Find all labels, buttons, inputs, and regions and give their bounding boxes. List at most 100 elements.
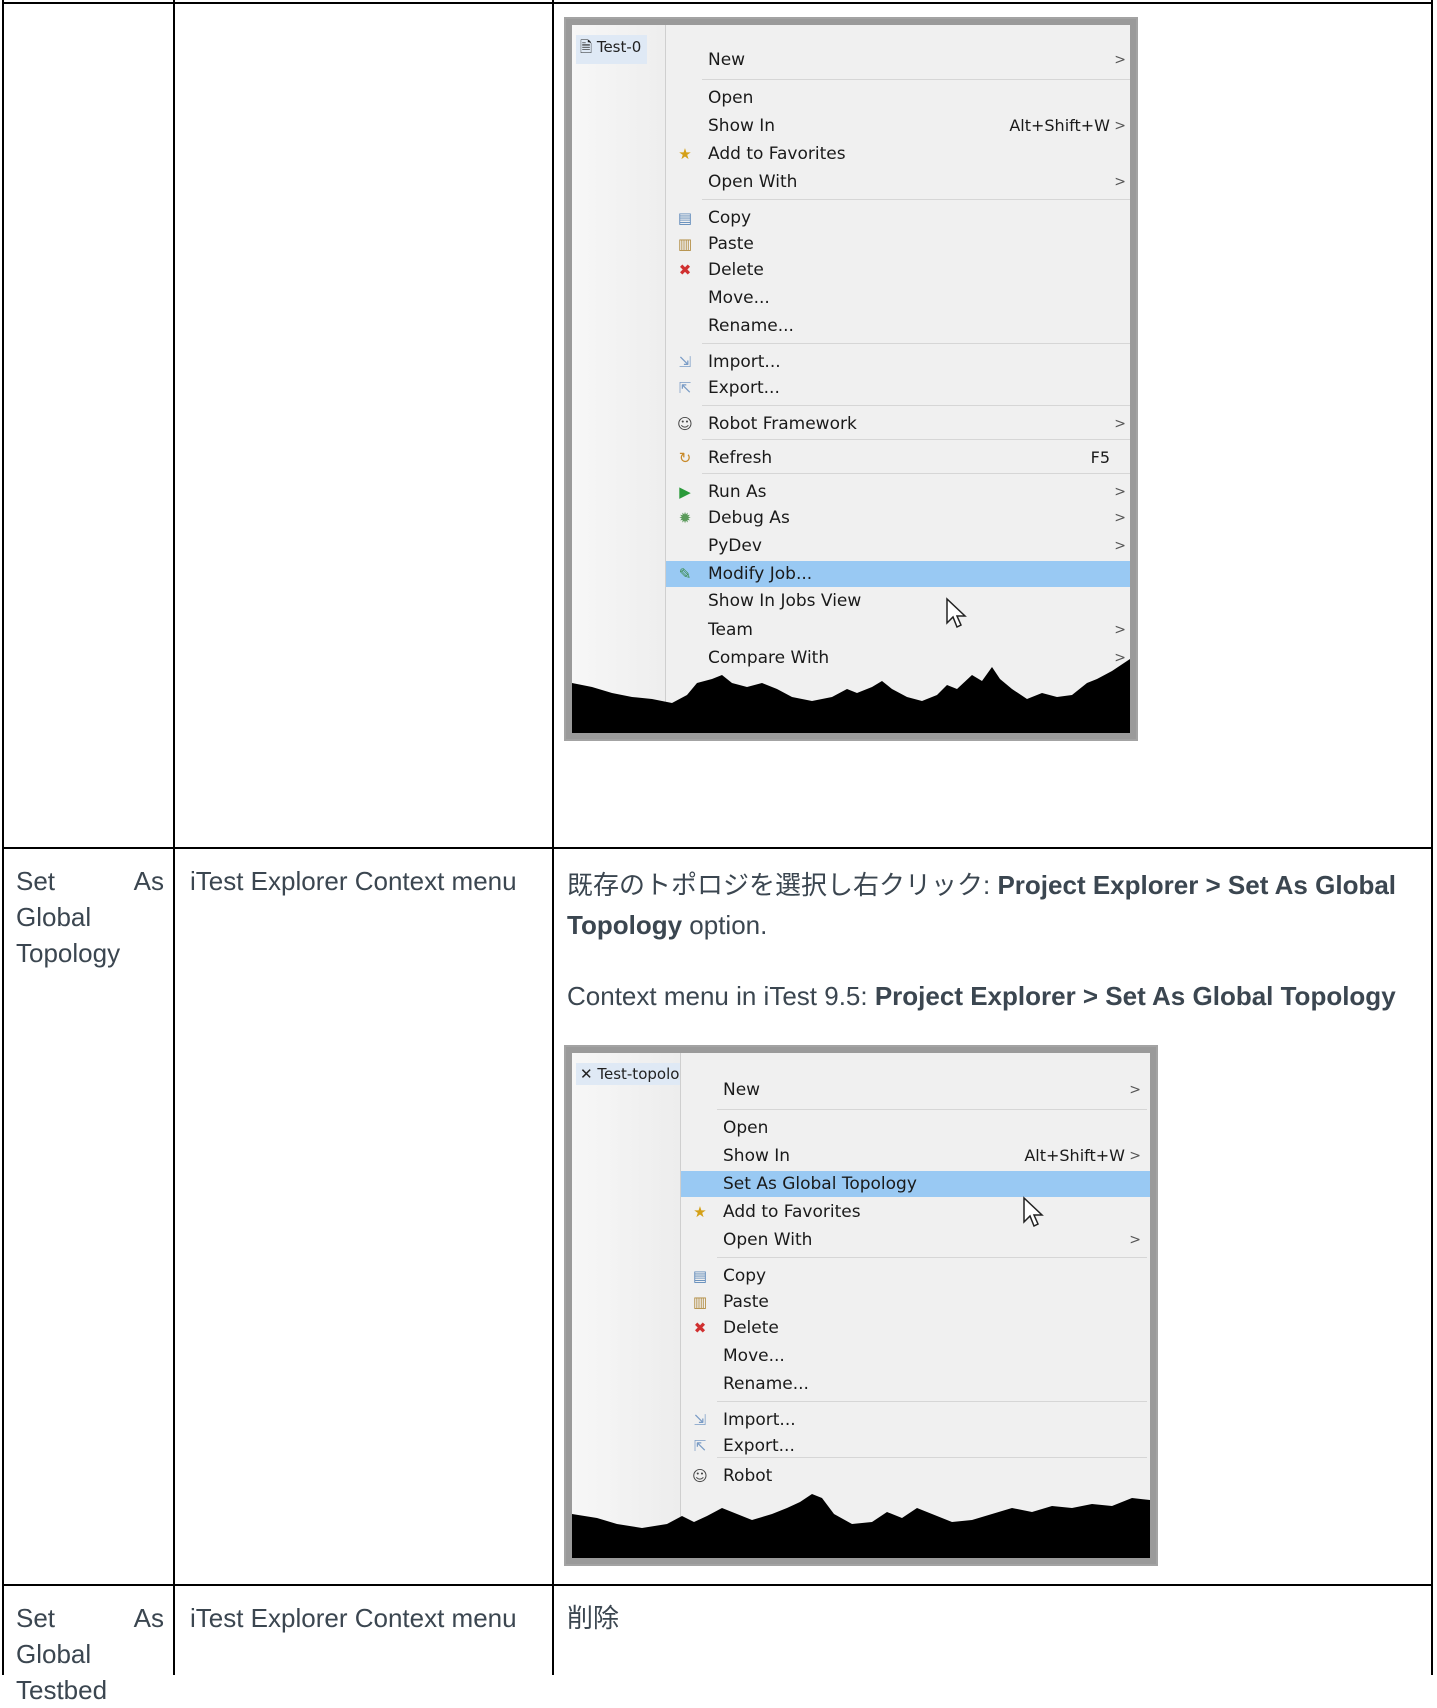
- menu-item-team[interactable]: Team >: [666, 617, 1130, 643]
- file-icon: 🗎: [580, 38, 593, 56]
- menu-item-modify-job[interactable]: ✎ Modify Job...: [666, 561, 1130, 587]
- menu-item-robot-framework[interactable]: ☺ Robot Framework >: [666, 411, 1130, 437]
- menu-item-label: Copy: [723, 1266, 767, 1286]
- menu-item-label: New: [723, 1080, 761, 1100]
- menu-item-delete[interactable]: ✖ Delete: [681, 1315, 1150, 1341]
- mouse-pointer-icon: [946, 597, 967, 629]
- export-icon: ⇱: [693, 1437, 707, 1455]
- menu-item-move[interactable]: Move...: [666, 285, 1130, 311]
- menu-separator: [717, 1401, 1147, 1402]
- menu-item-run-as[interactable]: ▶ Run As >: [666, 479, 1130, 505]
- menu-item-delete[interactable]: ✖ Delete: [666, 257, 1130, 283]
- menu-item-debug-as[interactable]: ✹ Debug As >: [666, 505, 1130, 531]
- menu-item-label: Rename...: [723, 1374, 809, 1394]
- menu-item-copy[interactable]: ▤ Copy: [666, 205, 1130, 231]
- feature-table: 🗎 Test-0 New > Open Show In Alt+Shift+W > ★ Add…: [0, 0, 1437, 1705]
- row3-location-label: iTest Explorer Context menu: [190, 1603, 517, 1633]
- menu-item-open-with[interactable]: Open With >: [681, 1227, 1150, 1253]
- menu-item-import[interactable]: ⇲ Import...: [666, 349, 1130, 375]
- debug-icon: ✹: [678, 509, 692, 527]
- paste-icon: ▥: [677, 235, 693, 253]
- table-border-left: [2, 0, 4, 1675]
- menu-item-open-with[interactable]: Open With >: [666, 169, 1130, 195]
- screenshot-set-global-topology-menu: ✕ Test-topology New > Open Show In Alt+Shift…: [564, 1045, 1158, 1566]
- submenu-chevron-icon: >: [1129, 1148, 1141, 1164]
- screenshot-inner: ✕ Test-topology New > Open Show In Alt+Shift…: [572, 1053, 1150, 1558]
- menu-item-pydev[interactable]: PyDev >: [666, 533, 1130, 559]
- row2-context-prefix: Context menu in iTest 9.5:: [567, 981, 875, 1011]
- menu-item-import[interactable]: ⇲ Import...: [681, 1407, 1150, 1433]
- menu-item-new[interactable]: New >: [666, 47, 1130, 73]
- menu-item-label: New: [708, 50, 746, 70]
- menu-item-label: Open: [708, 88, 754, 108]
- menu-item-label: Show In Jobs View: [708, 591, 862, 611]
- file-tab: 🗎 Test-0: [576, 35, 648, 64]
- row3-feature-label: Set As Global Testbed: [16, 1603, 164, 1705]
- row3-location: iTest Explorer Context menu: [190, 1600, 530, 1636]
- menu-item-set-as-global-topology[interactable]: Set As Global Topology: [681, 1171, 1150, 1197]
- menu-separator: [702, 439, 1130, 440]
- menu-item-export[interactable]: ⇱ Export...: [666, 375, 1130, 401]
- menu-item-label: Export...: [708, 378, 780, 398]
- menu-item-show-in[interactable]: Show In Alt+Shift+W >: [666, 113, 1130, 139]
- row2-location: iTest Explorer Context menu: [190, 863, 530, 899]
- topology-icon: ✕: [580, 1065, 593, 1083]
- submenu-chevron-icon: >: [1114, 118, 1126, 134]
- star-icon: ★: [678, 145, 692, 163]
- column-divider-1: [173, 0, 175, 1675]
- menu-item-show-in[interactable]: Show In Alt+Shift+W >: [681, 1143, 1150, 1169]
- menu-item-label: Delete: [723, 1318, 779, 1338]
- menu-item-paste[interactable]: ▥ Paste: [681, 1289, 1150, 1315]
- file-tab-label: Test-0: [596, 38, 642, 56]
- menu-item-label: Debug As: [708, 508, 790, 528]
- table-border-right: [1431, 0, 1433, 1675]
- menu-item-label: Set As Global Topology: [723, 1174, 917, 1194]
- menu-item-label: Delete: [708, 260, 764, 280]
- menu-item-label: Add to Favorites: [708, 144, 846, 164]
- menu-item-label: Open With: [708, 172, 798, 192]
- menu-item-show-in-jobs-view[interactable]: Show In Jobs View: [666, 588, 1130, 614]
- row2-location-label: iTest Explorer Context menu: [190, 866, 517, 896]
- row2-context-path: Project Explorer > Set As Global Topolog…: [874, 981, 1396, 1011]
- menu-item-rename[interactable]: Rename...: [666, 313, 1130, 339]
- menu-separator: [702, 473, 1130, 474]
- menu-item-refresh[interactable]: ↻ Refresh F5: [666, 445, 1130, 471]
- menu-item-label: Show In: [708, 116, 776, 136]
- menu-item-label: Paste: [708, 234, 754, 254]
- row3-desc: 削除: [567, 1603, 620, 1633]
- menu-item-paste[interactable]: ▥ Paste: [666, 231, 1130, 257]
- submenu-chevron-icon: >: [1114, 484, 1126, 500]
- row3-description: 削除: [567, 1600, 1417, 1636]
- row2-feature-label: Set As Global Topology: [16, 866, 164, 968]
- menu-item-new[interactable]: New >: [681, 1077, 1150, 1103]
- row-divider-2: [2, 1584, 1433, 1586]
- star-icon: ★: [693, 1203, 707, 1221]
- menu-item-rename[interactable]: Rename...: [681, 1371, 1150, 1397]
- menu-item-label: Modify Job...: [708, 564, 813, 584]
- menu-separator: [717, 1109, 1147, 1110]
- row2-desc-jp: 既存のトポロジを選択し右クリック:: [567, 870, 998, 900]
- row2-desc-tail: option.: [682, 910, 768, 940]
- menu-item-copy[interactable]: ▤ Copy: [681, 1263, 1150, 1289]
- menu-item-label: Show In: [723, 1146, 791, 1166]
- menu-item-open[interactable]: Open: [666, 85, 1130, 111]
- menu-item-add-to-favorites[interactable]: ★ Add to Favorites: [666, 141, 1130, 167]
- menu-item-label: Run As: [708, 482, 767, 502]
- paste-icon: ▥: [692, 1293, 708, 1311]
- menu-item-label: Import...: [708, 352, 781, 372]
- screenshot-inner: 🗎 Test-0 New > Open Show In Alt+Shift+W > ★ Add…: [572, 25, 1130, 733]
- menu-item-add-to-favorites[interactable]: ★ Add to Favorites: [681, 1199, 1150, 1225]
- menu-item-export[interactable]: ⇱ Export...: [681, 1433, 1150, 1459]
- menu-item-label: Import...: [723, 1410, 796, 1430]
- menu-item-label: Add to Favorites: [723, 1202, 861, 1222]
- menu-item-label: Rename...: [708, 316, 794, 336]
- menu-item-shortcut: Alt+Shift+W: [1009, 116, 1110, 135]
- menu-item-move[interactable]: Move...: [681, 1343, 1150, 1369]
- delete-icon: ✖: [678, 261, 692, 279]
- menu-item-label: Open With: [723, 1230, 813, 1250]
- submenu-chevron-icon: >: [1114, 416, 1126, 432]
- table-border-top: [2, 2, 1433, 4]
- menu-item-open[interactable]: Open: [681, 1115, 1150, 1141]
- menu-item-shortcut: Alt+Shift+W: [1024, 1146, 1125, 1165]
- copy-icon: ▤: [677, 209, 693, 227]
